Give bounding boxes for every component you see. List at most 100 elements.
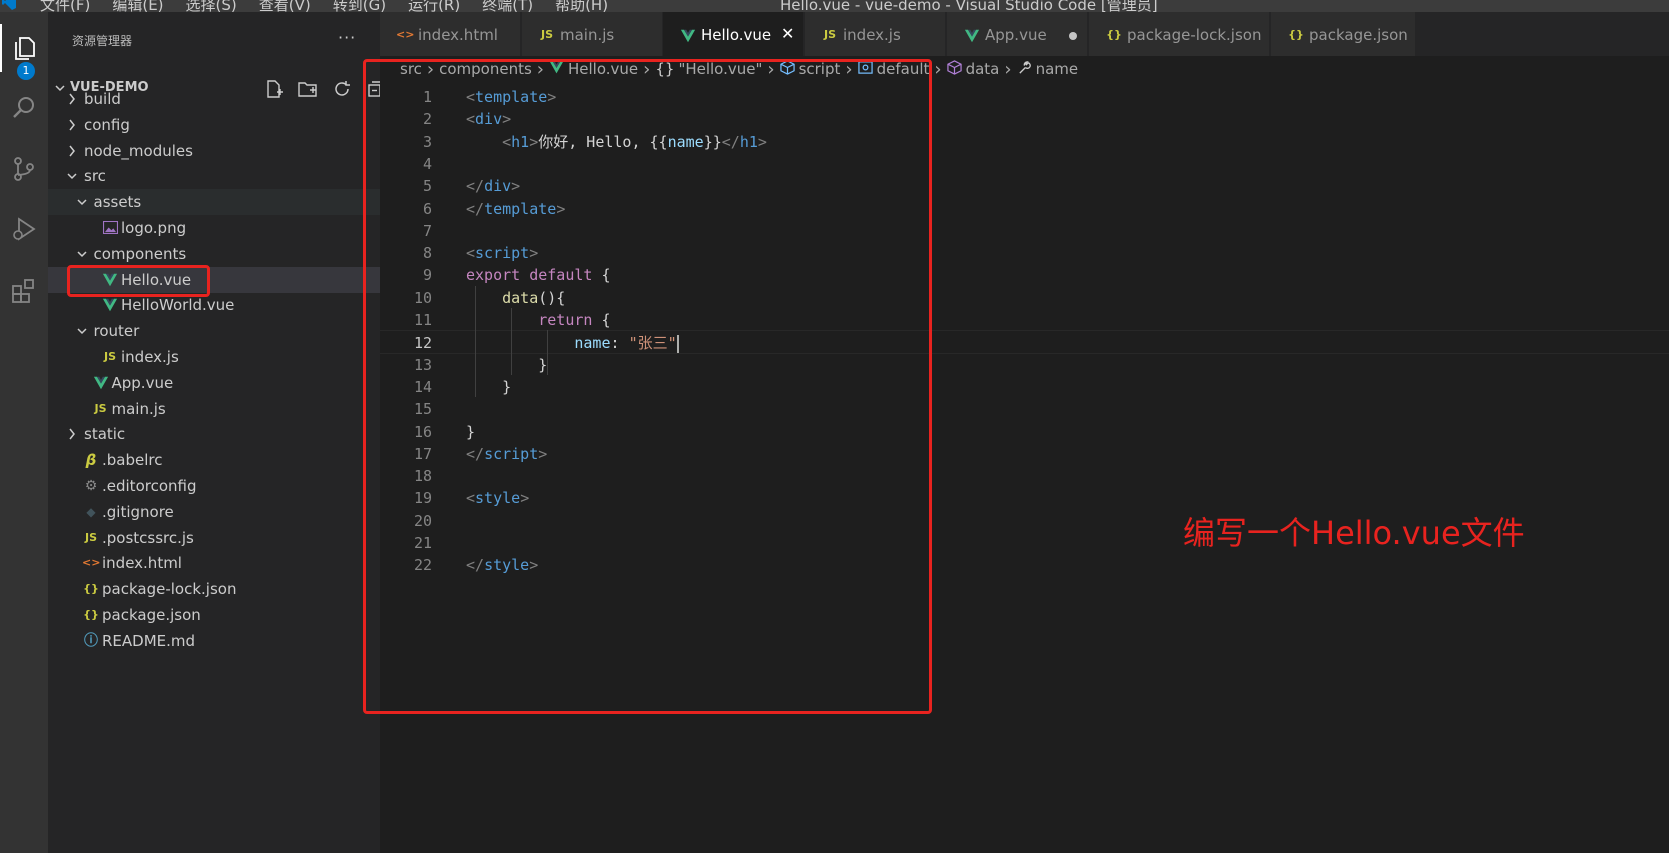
menu-item[interactable]: 转到(G) [333,0,386,12]
js-file-icon: JS [94,401,107,415]
editor-highlight-box [363,59,932,714]
extensions-button[interactable] [0,267,48,315]
chevron-down-icon [76,194,88,210]
tree-item-build[interactable]: build [48,86,380,112]
tree-item-main-js[interactable]: JS main.js [48,396,380,422]
modified-dot-icon[interactable] [1069,32,1077,40]
tree-item-label: logo.png [121,219,187,237]
tree-item-readme-md[interactable]: ⓘ README.md [48,628,380,654]
js-file-icon: JS [823,28,836,41]
tree-item-label: index.js [121,348,179,366]
tree-item-label: package.json [102,606,201,624]
chevron-right-icon [66,117,78,133]
tree-item-label: node_modules [84,141,193,160]
tab-label: package.json [1309,26,1408,44]
annotation-text: 编写一个Hello.vue文件 [1183,514,1525,552]
js-file-icon: JS [84,530,97,544]
menu-item[interactable]: 运行(R) [408,0,460,12]
js-file-icon: JS [540,28,553,41]
tree-item-postcssrc-js[interactable]: JS .postcssrc.js [48,525,380,551]
tab-index-html[interactable]: <> index.html [380,12,521,56]
tab-label: Hello.vue [701,26,772,44]
search-icon [13,97,34,118]
tree-item-label: package-lock.json [102,580,237,599]
tab-app-vue[interactable]: App.vue [947,12,1088,56]
title-bar: 文件(F) 编辑(E) 选择(S) 查看(V) 转到(G) 运行(R) 终端(T) 帮助(H)… [0,0,1669,12]
explorer-icon [15,37,35,60]
tree-item-static[interactable]: static [48,421,380,447]
tab-main-js[interactable]: JS main.js [522,12,663,56]
tree-item-label: App.vue [111,373,174,392]
tree-item-components[interactable]: components [48,241,380,267]
tree-item-index-js[interactable]: JS index.js [48,344,380,370]
more-actions-button[interactable]: ··· [338,28,356,47]
property-icon [1017,60,1032,79]
breadcrumb-separator-icon: › [934,58,942,80]
menu-item[interactable]: 帮助(H) [555,0,608,12]
tree-item-label: config [84,115,130,134]
window-title: Hello.vue - vue-demo - Visual Studio Cod… [780,0,1158,12]
source-control-button[interactable] [0,145,48,193]
breadcrumb-item[interactable]: data [966,60,1000,78]
editor-tabs: <> index.html JS main.js Hello.vue ✕ JS index.j… [380,12,1669,56]
tree-item-package-lock-json[interactable]: {} package-lock.json [48,576,380,602]
json-file-icon: {} [1106,28,1122,41]
source-control-icon [14,157,34,181]
image-file-icon [101,218,119,238]
chevron-down-icon [76,246,88,262]
tree-item-index-html[interactable]: <> index.html [48,550,380,576]
vue-file-icon [101,295,119,315]
tree-item-router[interactable]: router [48,318,380,344]
tree-item-package-json[interactable]: {} package.json [48,602,380,628]
tree-item-gitignore[interactable]: ◆ .gitignore [48,499,380,525]
tree-item-node-modules[interactable]: node_modules [48,138,380,164]
explorer-sidebar: 资源管理器 ··· VUE-DEMO build config node_modul… [48,12,384,853]
tree-item-assets[interactable]: assets [48,189,380,216]
run-debug-icon [13,217,36,241]
tab-package-json[interactable]: {} package.json [1271,12,1416,56]
tab-label: App.vue [985,26,1047,44]
vue-file-icon [963,26,981,44]
tab-label: index.js [843,26,901,44]
menu-item[interactable]: 选择(S) [186,0,237,12]
tab-package-lock-json[interactable]: {} package-lock.json [1089,12,1270,56]
tree-item-label: router [93,322,140,341]
tree-item-babelrc[interactable]: β .babelrc [48,447,380,473]
menu-item[interactable]: 编辑(E) [112,0,163,12]
breadcrumb-separator-icon: › [1004,58,1012,80]
menu-item[interactable]: 查看(V) [259,0,311,12]
tree-item-src[interactable]: src [48,163,380,189]
chevron-down-icon [76,323,88,339]
close-icon[interactable]: ✕ [781,24,794,43]
tab-label: index.html [418,26,498,44]
tree-item-config[interactable]: config [48,112,380,138]
tab-hello-vue[interactable]: Hello.vue ✕ [663,12,804,56]
menu-item[interactable]: 终端(T) [482,0,533,12]
tree-item-label: main.js [111,399,166,418]
tree-item-label: README.md [102,631,196,650]
chevron-right-icon [66,143,78,159]
tree-item-label: index.html [102,554,182,573]
tree-item-label: .postcssrc.js [102,528,194,547]
chevron-right-icon [66,91,78,107]
method-icon [946,59,962,79]
tree-item-label: build [84,90,121,108]
tree-item-editorconfig[interactable]: ⚙ .editorconfig [48,473,380,499]
chevron-right-icon [66,426,78,442]
explorer-badge: 1 [17,62,35,80]
hello-vue-highlight-box [67,265,210,297]
vue-file-icon [679,26,697,44]
tree-item-label: .gitignore [102,502,174,521]
extensions-icon [12,279,34,303]
menu-item[interactable]: 文件(F) [40,0,90,12]
breadcrumb-item[interactable]: name [1036,60,1079,78]
tree-item-label: .editorconfig [102,477,197,495]
gear-file-icon: ⚙ [84,478,98,494]
tree-item-logo-png[interactable]: logo.png [48,215,380,241]
tree-item-app-vue[interactable]: App.vue [48,370,380,396]
tab-label: package-lock.json [1127,26,1262,44]
tab-index-js[interactable]: JS index.js [805,12,946,56]
search-button[interactable] [0,84,48,132]
chevron-down-icon [66,168,78,184]
run-debug-button[interactable] [0,205,48,253]
